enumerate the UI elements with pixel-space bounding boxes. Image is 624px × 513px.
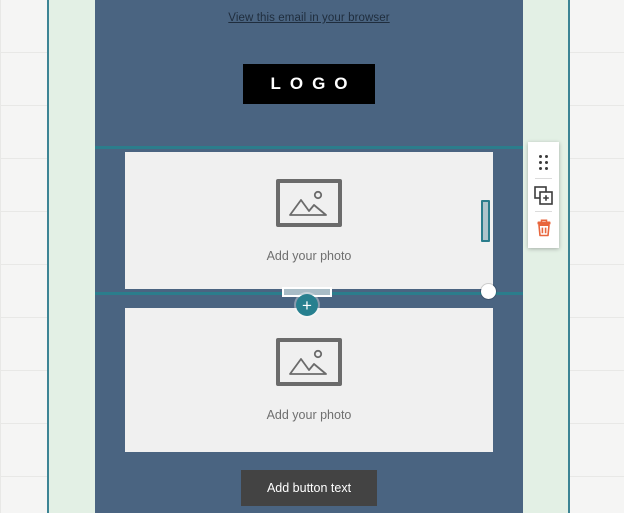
add-block-button[interactable]: + [296, 294, 318, 316]
right-guide-line [568, 0, 570, 513]
image-block-1-label: Add your photo [266, 248, 352, 263]
email-editor-screen: View this email in your browser LOGO Add… [0, 0, 624, 513]
left-gutter-band [49, 0, 95, 513]
view-in-browser-link[interactable]: View this email in your browser [228, 12, 389, 24]
right-gutter-band [523, 0, 569, 513]
cta-row: Add button text [95, 470, 523, 506]
resize-handle-corner[interactable] [481, 284, 496, 299]
logo-row: LOGO [95, 64, 523, 104]
image-block-2[interactable]: Add your photo [125, 308, 493, 452]
toolbar-divider-2 [535, 211, 552, 212]
block-toolbar [528, 142, 559, 248]
add-button-text-button[interactable]: Add button text [240, 470, 378, 506]
drag-handle-button[interactable] [528, 148, 559, 176]
preheader-row: View this email in your browser [95, 8, 523, 26]
logo-block[interactable]: LOGO [243, 64, 375, 104]
duplicate-icon [534, 185, 553, 205]
image-block-1[interactable]: Add your photo [125, 152, 493, 289]
left-guide-line [47, 0, 49, 513]
resize-handle-right[interactable] [481, 200, 490, 242]
selection-top-edge [95, 146, 523, 149]
drag-handle-icon [539, 154, 548, 170]
duplicate-button[interactable] [528, 181, 559, 209]
delete-button[interactable] [528, 214, 559, 242]
email-canvas[interactable]: View this email in your browser LOGO Add… [95, 0, 523, 513]
toolbar-divider-1 [535, 178, 552, 179]
image-placeholder-icon [276, 178, 342, 227]
image-block-2-label: Add your photo [266, 408, 352, 422]
image-placeholder-icon [276, 338, 342, 386]
trash-icon [537, 219, 550, 236]
